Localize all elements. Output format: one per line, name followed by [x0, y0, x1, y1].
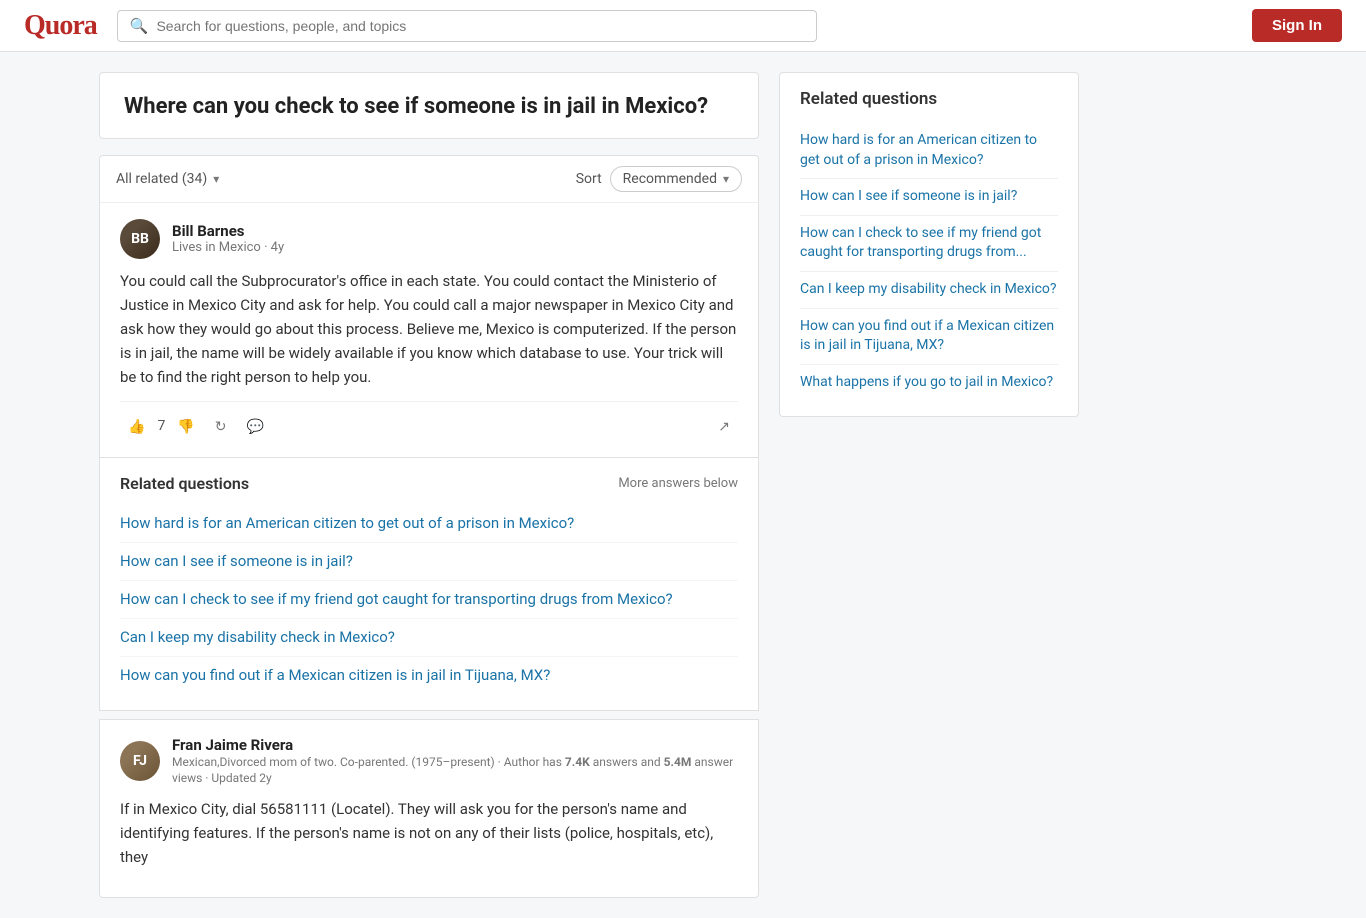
sidebar-link-3[interactable]: Can I keep my disability check in Mexico…: [800, 272, 1058, 309]
avatar-bill-barnes[interactable]: BB: [120, 219, 160, 259]
more-answers-label: More answers below: [618, 476, 738, 491]
answers-header: All related (34) Sort Recommended: [99, 155, 759, 203]
author-meta: Lives in Mexico · 4y: [172, 240, 284, 255]
sidebar-link-5[interactable]: What happens if you go to jail in Mexico…: [800, 365, 1058, 401]
sidebar-related-title: Related questions: [800, 89, 1058, 109]
question-box: Where can you check to see if someone is…: [99, 72, 759, 139]
avatar-initials: BB: [131, 231, 149, 247]
sort-dropdown[interactable]: Recommended: [610, 166, 742, 192]
sidebar-link-1[interactable]: How can I see if someone is in jail?: [800, 179, 1058, 216]
sign-in-button[interactable]: Sign In: [1252, 9, 1342, 42]
all-related-chevron-icon: [213, 171, 219, 187]
answer-text: You could call the Subprocurator's offic…: [120, 269, 738, 389]
related-link-0[interactable]: How hard is for an American citizen to g…: [120, 505, 738, 543]
related-inline-title: Related questions: [120, 474, 249, 493]
author-meta-text: Mexican,Divorced mom of two. Co-parented…: [172, 755, 565, 769]
sidebar-related-questions: Related questions How hard is for an Ame…: [779, 72, 1079, 417]
answer-card-bill-barnes: BB Bill Barnes Lives in Mexico · 4y You …: [99, 203, 759, 458]
comment-button[interactable]: 💬: [238, 412, 271, 441]
author-info: Bill Barnes Lives in Mexico · 4y: [172, 222, 284, 255]
all-related-label: All related (34): [116, 171, 207, 187]
sidebar-link-2[interactable]: How can I check to see if my friend got …: [800, 216, 1058, 272]
related-inline-links: How hard is for an American citizen to g…: [120, 505, 738, 694]
sort-value: Recommended: [623, 171, 717, 187]
author-row: BB Bill Barnes Lives in Mexico · 4y: [120, 219, 738, 259]
content-area: Where can you check to see if someone is…: [99, 72, 759, 898]
answer-card-fran-jaime-rivera: FJ Fran Jaime Rivera Mexican,Divorced mo…: [99, 719, 759, 899]
forward-button[interactable]: ↗: [710, 412, 738, 441]
sidebar-link-4[interactable]: How can you find out if a Mexican citize…: [800, 309, 1058, 365]
author-meta-2: Mexican,Divorced mom of two. Co-parented…: [172, 754, 738, 788]
comment-icon: 💬: [246, 418, 263, 435]
related-link-4[interactable]: How can you find out if a Mexican citize…: [120, 657, 738, 694]
quora-logo[interactable]: Quora: [24, 10, 97, 42]
forward-icon: ↗: [718, 418, 730, 435]
related-link-2[interactable]: How can I check to see if my friend got …: [120, 581, 738, 619]
author-views-count: 5.4M: [664, 755, 692, 769]
related-link-3[interactable]: Can I keep my disability check in Mexico…: [120, 619, 738, 657]
sidebar: Related questions How hard is for an Ame…: [779, 72, 1079, 898]
upvote-button[interactable]: 👍: [120, 412, 153, 441]
search-bar: 🔍: [117, 10, 817, 42]
vote-count: 7: [157, 418, 165, 434]
search-input[interactable]: [156, 18, 803, 34]
answer-actions: 👍 7 👎 ↻ 💬 ↗: [120, 401, 738, 441]
question-title: Where can you check to see if someone is…: [124, 93, 734, 122]
author-info-2: Fran Jaime Rivera Mexican,Divorced mom o…: [172, 736, 738, 788]
related-link-1[interactable]: How can I see if someone is in jail?: [120, 543, 738, 581]
sort-label: Sort: [576, 171, 602, 187]
sort-chevron-icon: [723, 171, 729, 187]
sidebar-link-0[interactable]: How hard is for an American citizen to g…: [800, 123, 1058, 179]
author-meta-text2: answers and: [590, 755, 664, 769]
downvote-icon: 👎: [177, 418, 194, 435]
author-answers-count: 7.4K: [565, 755, 590, 769]
sort-area: Sort Recommended: [576, 166, 742, 192]
avatar-initials-2: FJ: [133, 753, 147, 769]
answer-text-2: If in Mexico City, dial 56581111 (Locate…: [120, 797, 738, 869]
all-related-filter[interactable]: All related (34): [116, 171, 219, 187]
search-icon: 🔍: [130, 17, 149, 35]
avatar-fran-jaime-rivera[interactable]: FJ: [120, 741, 160, 781]
related-inline-card: Related questions More answers below How…: [99, 458, 759, 711]
share-icon: ↻: [215, 418, 227, 435]
author-name[interactable]: Bill Barnes: [172, 222, 284, 240]
upvote-icon: 👍: [128, 418, 145, 435]
author-row-2: FJ Fran Jaime Rivera Mexican,Divorced mo…: [120, 736, 738, 788]
downvote-button[interactable]: 👎: [169, 412, 202, 441]
share-button[interactable]: ↻: [207, 412, 235, 441]
related-inline-header: Related questions More answers below: [120, 474, 738, 493]
author-name-2[interactable]: Fran Jaime Rivera: [172, 736, 738, 754]
